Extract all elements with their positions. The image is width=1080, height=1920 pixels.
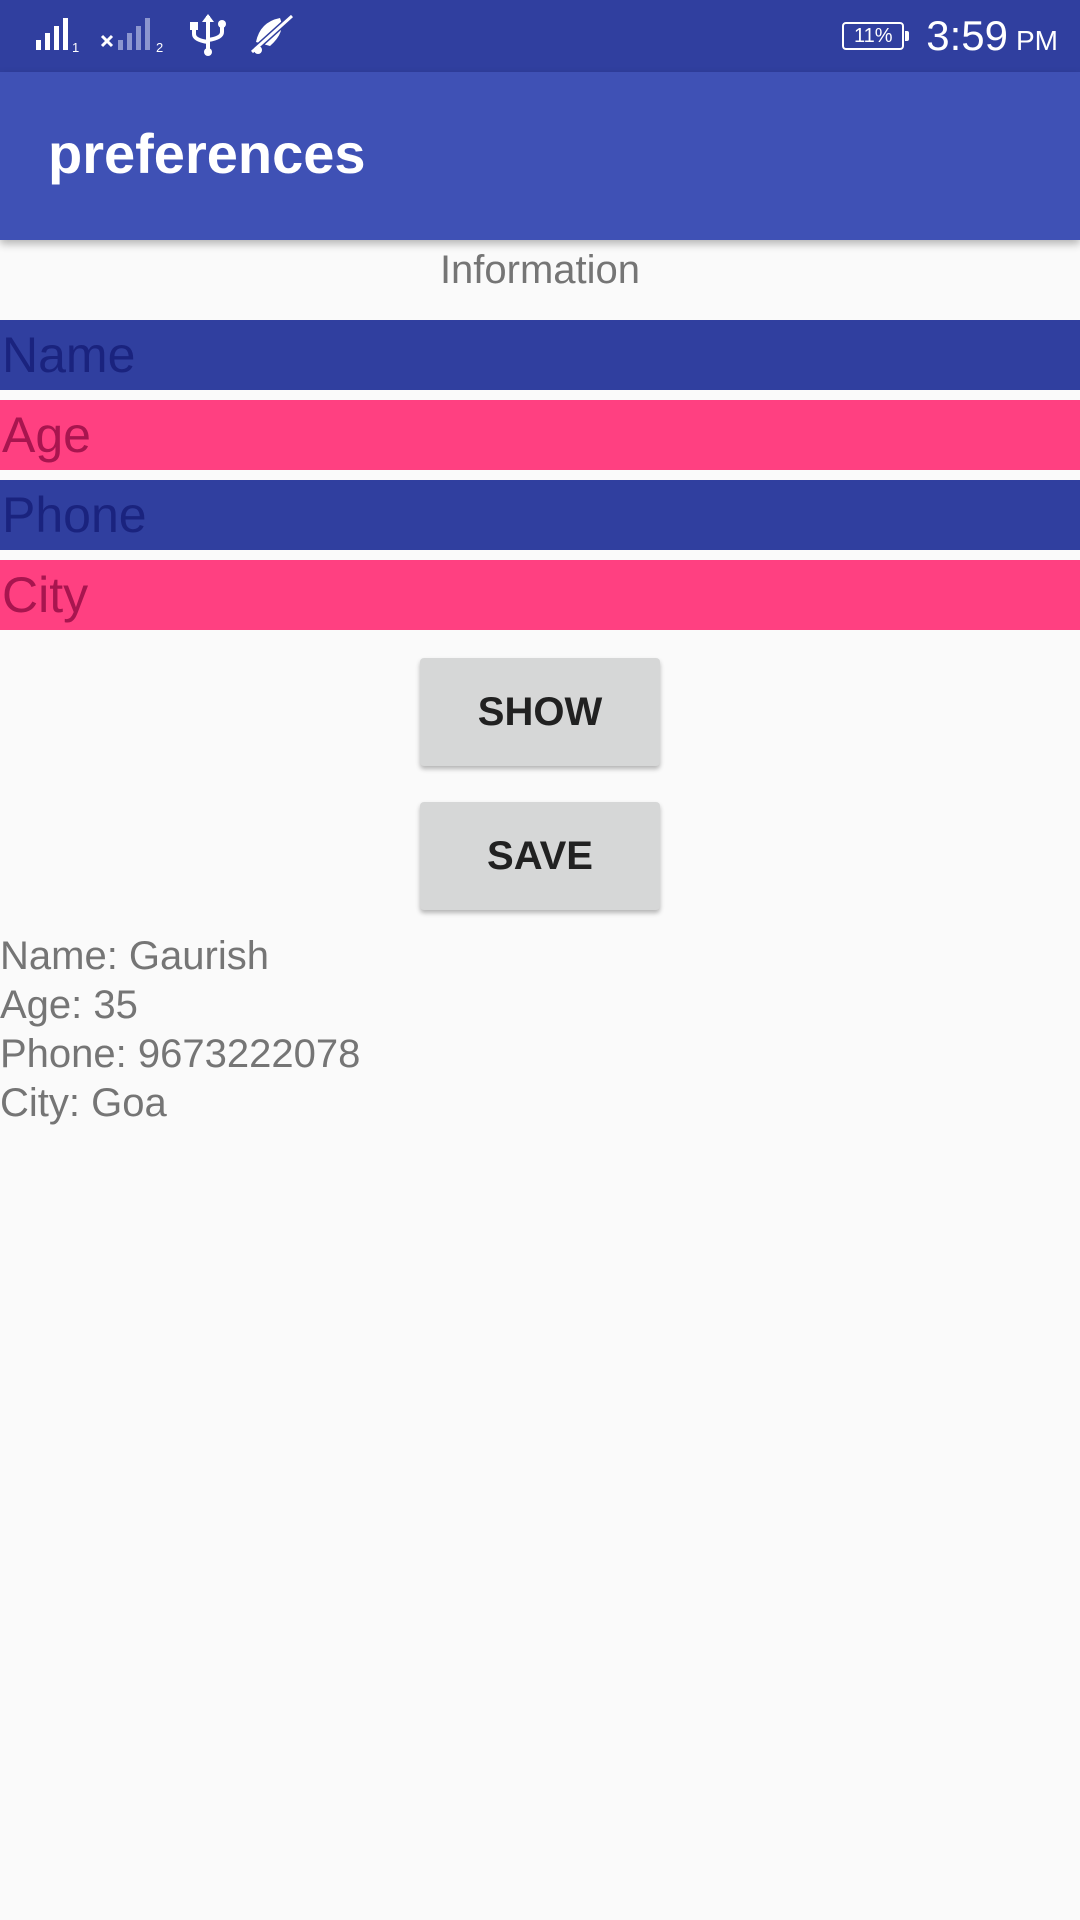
- battery-icon: 11%: [842, 22, 910, 50]
- status-icons-right: 11% 3:59 PM: [842, 10, 1058, 62]
- output-city-line: City: Goa: [0, 1081, 167, 1125]
- information-heading: Information: [439, 248, 641, 292]
- clock-time: 3:59: [926, 12, 1008, 59]
- status-clock: 3:59 PM: [926, 12, 1058, 60]
- notifications-off-icon: [246, 12, 296, 61]
- app-title: preferences: [48, 122, 366, 185]
- save-button[interactable]: SAVE: [420, 802, 660, 910]
- svg-text:2: 2: [156, 40, 163, 54]
- name-field[interactable]: [0, 320, 1080, 390]
- output-phone-line: Phone: 9673222078: [0, 1032, 361, 1076]
- output-age-line: Age: 35: [0, 983, 138, 1027]
- app-bar: preferences: [0, 72, 1080, 240]
- signal-sim1-icon: 1: [34, 14, 82, 59]
- show-button[interactable]: SHOW: [420, 658, 660, 766]
- clock-ampm: PM: [1016, 25, 1058, 56]
- output-name-line: Name: Gaurish: [0, 934, 269, 978]
- battery-level: 11%: [853, 25, 893, 47]
- phone-field[interactable]: [0, 480, 1080, 550]
- age-field[interactable]: [0, 400, 1080, 470]
- city-field[interactable]: [0, 560, 1080, 630]
- status-icons-left: 1 2: [34, 12, 296, 61]
- saved-preferences-output: Name: Gaurish Age: 35 Phone: 9673222078 …: [0, 932, 360, 1128]
- svg-text:1: 1: [72, 40, 79, 54]
- status-bar: 1 2 11% 3:59 PM: [0, 0, 1080, 72]
- usb-icon: [188, 12, 228, 61]
- signal-sim2-no-service-icon: 2: [100, 14, 170, 59]
